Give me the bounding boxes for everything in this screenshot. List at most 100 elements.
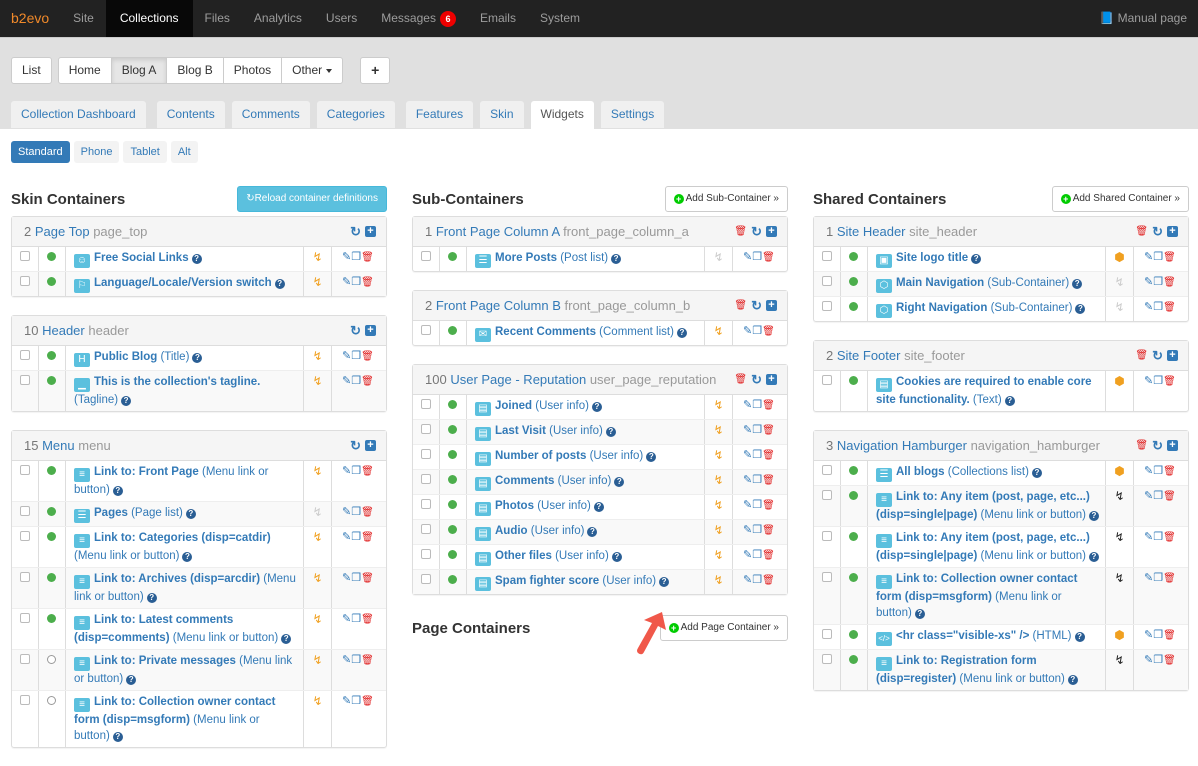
copy-icon[interactable]: ❐	[752, 424, 762, 436]
widget-name-link[interactable]: Public Blog	[94, 351, 157, 363]
widget-checkbox[interactable]	[421, 424, 431, 434]
cache-cube-icon[interactable]: ⬢	[1114, 464, 1124, 478]
widget-checkbox[interactable]	[822, 251, 832, 261]
widget-checkbox[interactable]	[421, 399, 431, 409]
widget-checkbox[interactable]	[421, 499, 431, 509]
copy-icon[interactable]: ❐	[351, 572, 361, 584]
reload-container-icon[interactable]: ↻	[751, 224, 762, 240]
edit-icon[interactable]: ✎	[1144, 301, 1153, 313]
copy-icon[interactable]: ❐	[752, 549, 762, 561]
manual-page-link[interactable]: 📘 Manual page	[1099, 0, 1187, 37]
enabled-status-icon[interactable]	[448, 575, 457, 584]
widget-name-link[interactable]: Recent Comments	[495, 326, 596, 338]
copy-icon[interactable]: ❐	[1153, 251, 1163, 263]
enabled-status-icon[interactable]	[448, 252, 457, 261]
copy-icon[interactable]: ❐	[1153, 629, 1163, 641]
edit-icon[interactable]: ✎	[342, 506, 351, 518]
delete-container-icon[interactable]: 🗑	[734, 300, 747, 311]
enabled-status-icon[interactable]	[849, 655, 858, 664]
tab-features[interactable]: Features	[405, 101, 474, 128]
widget-checkbox[interactable]	[20, 276, 30, 286]
edit-icon[interactable]: ✎	[743, 251, 752, 263]
enabled-status-icon[interactable]	[448, 475, 457, 484]
cache-bolt-icon[interactable]: ↯	[312, 349, 322, 363]
edit-icon[interactable]: ✎	[743, 499, 752, 511]
help-icon[interactable]: ?	[1067, 675, 1078, 685]
container-name-link[interactable]: User Page - Reputation	[450, 372, 586, 387]
nav-system[interactable]: System	[528, 0, 592, 37]
reload-container-icon[interactable]: ↻	[350, 323, 361, 339]
cache-bolt-icon[interactable]: ↯	[713, 573, 723, 587]
delete-icon[interactable]: 🗑	[762, 326, 775, 337]
enabled-status-icon[interactable]	[849, 532, 858, 541]
delete-icon[interactable]: 🗑	[1163, 491, 1176, 502]
help-icon[interactable]: ?	[605, 427, 616, 437]
enabled-status-icon[interactable]	[448, 326, 457, 335]
widget-checkbox[interactable]	[822, 572, 832, 582]
widget-checkbox[interactable]	[20, 695, 30, 705]
reload-container-icon[interactable]: ↻	[1152, 438, 1163, 454]
delete-icon[interactable]: 🗑	[762, 500, 775, 511]
widget-name-link[interactable]: Pages	[94, 507, 128, 519]
enabled-status-icon[interactable]	[849, 573, 858, 582]
add-widget-icon[interactable]: +	[766, 300, 777, 311]
delete-icon[interactable]: 🗑	[361, 376, 374, 387]
help-icon[interactable]: ?	[121, 396, 132, 406]
edit-icon[interactable]: ✎	[743, 524, 752, 536]
nav-messages[interactable]: Messages 6	[369, 0, 468, 37]
help-icon[interactable]: ?	[182, 552, 193, 562]
enabled-status-icon[interactable]	[849, 630, 858, 639]
help-icon[interactable]: ?	[112, 486, 123, 496]
widget-checkbox[interactable]	[822, 629, 832, 639]
help-icon[interactable]: ?	[281, 634, 292, 644]
widget-name-link[interactable]: Comments	[495, 475, 554, 487]
edit-icon[interactable]: ✎	[342, 375, 351, 387]
container-name-link[interactable]: Site Header	[837, 224, 906, 239]
widget-checkbox[interactable]	[20, 350, 30, 360]
edit-icon[interactable]: ✎	[342, 465, 351, 477]
widget-checkbox[interactable]	[20, 572, 30, 582]
delete-icon[interactable]: 🗑	[361, 252, 374, 263]
help-icon[interactable]: ?	[659, 577, 670, 587]
tab-comments[interactable]: Comments	[231, 101, 310, 128]
add-shared-container-button[interactable]: + Add Shared Container »	[1051, 186, 1189, 212]
cache-bolt-icon[interactable]: ↯	[312, 250, 322, 264]
widget-name-link[interactable]: Site logo title	[896, 252, 968, 264]
edit-icon[interactable]: ✎	[342, 531, 351, 543]
edit-icon[interactable]: ✎	[743, 399, 752, 411]
device-tab-tablet[interactable]: Tablet	[123, 141, 167, 163]
widget-checkbox[interactable]	[822, 490, 832, 500]
widget-name-link[interactable]: Other files	[495, 550, 552, 562]
widget-checkbox[interactable]	[421, 574, 431, 584]
add-widget-icon[interactable]: +	[1167, 350, 1178, 361]
copy-icon[interactable]: ❐	[1153, 490, 1163, 502]
widget-checkbox[interactable]	[421, 449, 431, 459]
delete-container-icon[interactable]: 🗑	[1135, 226, 1148, 237]
reload-container-icon[interactable]: ↻	[1152, 224, 1163, 240]
copy-icon[interactable]: ❐	[1153, 301, 1163, 313]
collection-home[interactable]: Home	[57, 57, 112, 84]
copy-icon[interactable]: ❐	[752, 574, 762, 586]
widget-name-link[interactable]: All blogs	[896, 466, 945, 478]
edit-icon[interactable]: ✎	[1144, 629, 1153, 641]
delete-icon[interactable]: 🗑	[762, 525, 775, 536]
edit-icon[interactable]: ✎	[743, 474, 752, 486]
delete-icon[interactable]: 🗑	[1163, 466, 1176, 477]
enabled-status-icon[interactable]	[849, 252, 858, 261]
delete-icon[interactable]: 🗑	[1163, 532, 1176, 543]
help-icon[interactable]: ?	[614, 477, 625, 487]
help-icon[interactable]: ?	[646, 452, 657, 462]
help-icon[interactable]: ?	[192, 353, 203, 363]
help-icon[interactable]: ?	[1072, 279, 1083, 289]
cache-cube-icon[interactable]: ⬢	[1114, 250, 1124, 264]
delete-icon[interactable]: 🗑	[762, 252, 775, 263]
help-icon[interactable]: ?	[1088, 511, 1099, 521]
widget-checkbox[interactable]	[822, 375, 832, 385]
collection-blog-a[interactable]: Blog A	[110, 57, 168, 84]
edit-icon[interactable]: ✎	[1144, 531, 1153, 543]
edit-icon[interactable]: ✎	[743, 449, 752, 461]
copy-icon[interactable]: ❐	[351, 465, 361, 477]
enabled-status-icon[interactable]	[47, 277, 56, 286]
container-name-link[interactable]: Site Footer	[837, 348, 901, 363]
cache-bolt-icon[interactable]: ↯	[312, 653, 322, 667]
